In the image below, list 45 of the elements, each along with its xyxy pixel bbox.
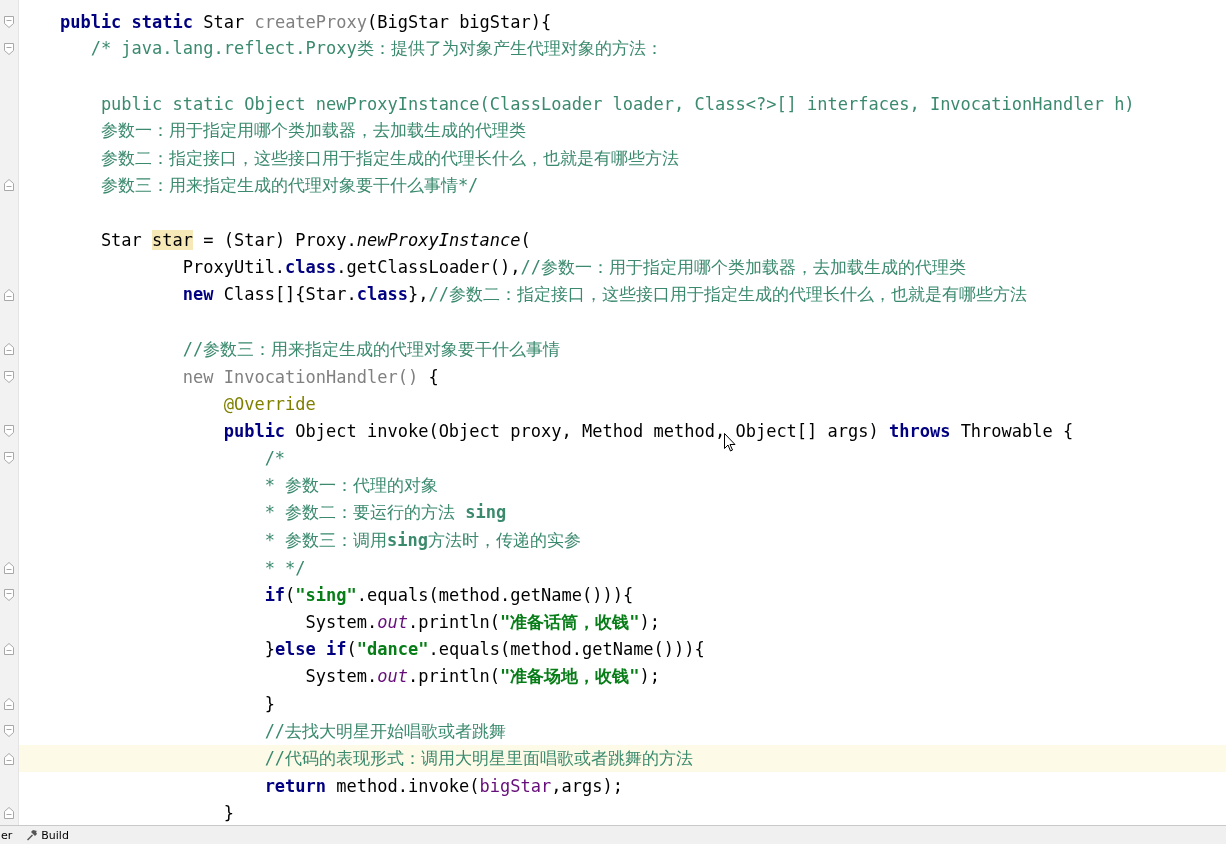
code-line: /*	[263, 448, 286, 469]
code-line: //去找大明星开始唱歌或者跳舞	[263, 719, 507, 743]
fold-marker-icon[interactable]	[4, 725, 14, 738]
code-line: * */	[263, 557, 306, 578]
build-tab[interactable]: Build	[41, 828, 69, 842]
fold-marker-icon[interactable]	[4, 288, 14, 301]
code-line: public static Object newProxyInstance(ClassLoader loader, Class<?>[] interfaces, InvocationHandler h)	[99, 93, 1135, 114]
fold-marker-icon[interactable]	[4, 561, 14, 574]
fold-marker-icon[interactable]	[4, 807, 14, 820]
code-line: return method.invoke(bigStar,args);	[263, 775, 623, 796]
code-line: new Class[]{Star.class},//参数二：指定接口，这些接口用于指定生成的代理长什么，也就是有哪些方法	[181, 283, 1027, 307]
fold-marker-icon[interactable]	[4, 179, 14, 192]
fold-marker-icon[interactable]	[4, 343, 14, 356]
fold-marker-icon[interactable]	[4, 370, 14, 383]
code-line: Star star = (Star) Proxy.newProxyInstance(	[99, 230, 531, 250]
code-line: public Object invoke(Object proxy, Method method, Object[] args) throws Throwable {	[222, 421, 1074, 442]
tool-window-label[interactable]: er	[1, 828, 13, 842]
code-line: System.out.println("准备话筒，收钱");	[304, 610, 661, 634]
code-line: * 参数一：代理的对象	[263, 474, 439, 498]
code-line: public static Star createProxy(BigStar bigStar){	[58, 11, 552, 32]
fold-marker-icon[interactable]	[4, 15, 14, 28]
fold-marker-icon[interactable]	[4, 643, 14, 656]
code-line: if("sing".equals(method.getName())){	[263, 584, 634, 605]
code-line: new InvocationHandler() {	[181, 366, 439, 387]
code-line: 参数三：用来指定生成的代理对象要干什么事情*/	[99, 173, 479, 197]
fold-marker-icon[interactable]	[4, 42, 14, 55]
code-line: ProxyUtil.class.getClassLoader(),//参数一：用于指定用哪个类加载器，去加载生成的代理类	[181, 255, 966, 279]
fold-marker-icon[interactable]	[4, 588, 14, 601]
code-line: }else if("dance".equals(method.getName())){	[263, 639, 705, 660]
code-line: System.out.println("准备场地，收钱");	[304, 665, 661, 689]
code-line: 参数二：指定接口，这些接口用于指定生成的代理长什么，也就是有哪些方法	[99, 146, 679, 170]
code-line: @Override	[222, 393, 316, 414]
code-line: * 参数二：要运行的方法 sing	[263, 501, 507, 525]
mouse-pointer-icon	[724, 433, 736, 452]
code-line: /* java.lang.reflect.Proxy类：提供了为对象产生代理对象的方法：	[89, 37, 663, 61]
fold-marker-icon[interactable]	[4, 698, 14, 711]
code-line: }	[263, 694, 275, 715]
code-line: }	[222, 803, 234, 824]
code-line: * 参数三：调用sing方法时，传递的实参	[263, 528, 582, 552]
code-line: //参数三：用来指定生成的代理对象要干什么事情	[181, 337, 561, 361]
hammer-icon	[26, 829, 39, 841]
fold-marker-icon[interactable]	[4, 452, 14, 465]
fold-marker-icon[interactable]	[4, 752, 14, 765]
code-line: 参数一：用于指定用哪个类加载器，去加载生成的代理类	[99, 119, 526, 143]
fold-marker-icon[interactable]	[4, 425, 14, 438]
